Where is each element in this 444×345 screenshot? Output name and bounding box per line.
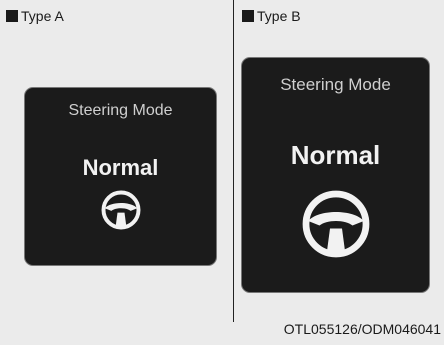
- type-a-label-text: Type A: [21, 8, 64, 24]
- figure-code: OTL055126/ODM046041: [283, 321, 441, 337]
- black-square-icon: [6, 10, 18, 22]
- type-b-label: Type B: [242, 8, 301, 24]
- type-b-title: Steering Mode: [280, 75, 391, 94]
- type-a-mode: Normal: [82, 155, 159, 180]
- type-b-display: Steering Mode Normal: [241, 57, 430, 293]
- steering-wheel-icon: [302, 190, 369, 258]
- type-a-label: Type A: [6, 8, 64, 24]
- column-divider: [233, 0, 234, 322]
- type-a-display: Steering Mode Normal: [24, 87, 217, 266]
- type-b-mode: Normal: [290, 140, 381, 170]
- black-square-icon: [242, 10, 254, 22]
- type-a-title: Steering Mode: [68, 102, 173, 119]
- steering-wheel-icon: [101, 190, 140, 230]
- type-b-label-text: Type B: [257, 8, 301, 24]
